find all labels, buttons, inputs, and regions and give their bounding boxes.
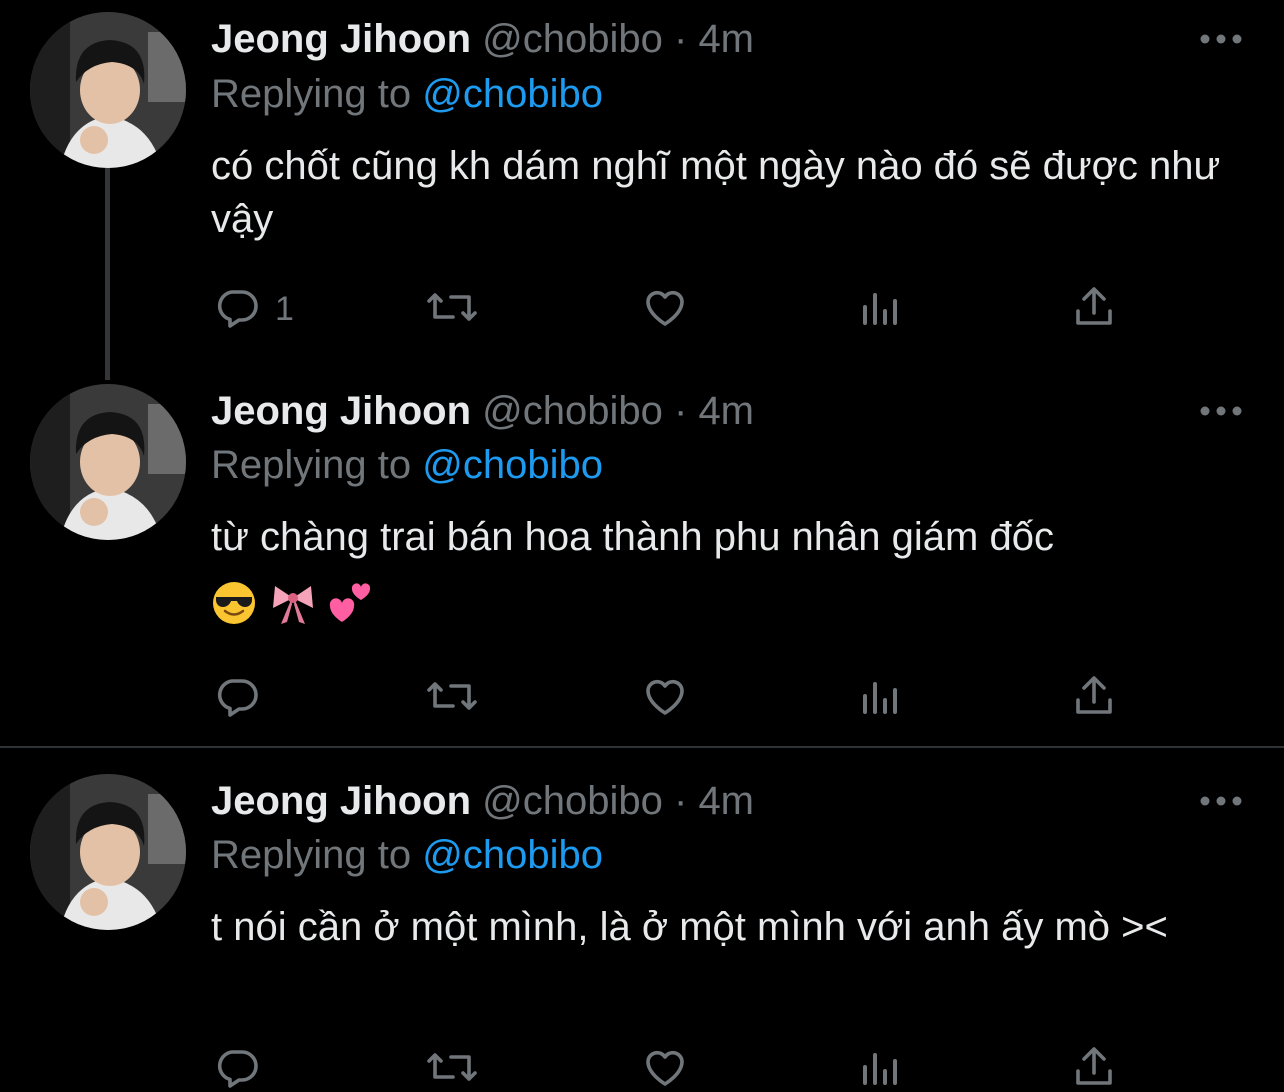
separator-dot: · [673, 779, 688, 823]
tweet-text: có chốt cũng kh dám nghĩ một ngày nào đó… [211, 144, 1221, 241]
heart-icon [641, 1043, 689, 1092]
replying-to-label: Replying to [211, 72, 423, 116]
like-button[interactable] [641, 673, 689, 723]
more-icon[interactable] [1196, 29, 1246, 49]
separator-dot: · [673, 389, 688, 433]
replying-to-mention[interactable]: @chobibo [422, 833, 603, 877]
heart-icon [641, 283, 689, 336]
retweet-icon [425, 283, 479, 336]
reply-button[interactable] [213, 673, 275, 723]
reply-icon [213, 672, 261, 725]
tweet[interactable]: Jeong Jihoon @chobibo · 4m Replying to @… [0, 370, 1284, 746]
more-icon[interactable] [1196, 791, 1246, 811]
retweet-icon [425, 1043, 479, 1092]
share-button[interactable] [1070, 284, 1118, 334]
emoji-row [211, 580, 378, 630]
tweet-text: từ chàng trai bán hoa thành phu nhân giá… [211, 515, 1054, 559]
two-hearts-emoji [328, 580, 378, 630]
replying-to-mention[interactable]: @chobibo [422, 72, 603, 116]
tweet-header: Jeong Jihoon @chobibo · 4m [211, 386, 754, 436]
avatar-image [30, 384, 186, 540]
avatar[interactable] [30, 12, 186, 168]
replying-to-line: Replying to @chobibo [211, 69, 603, 119]
tweet-header: Jeong Jihoon @chobibo · 4m [211, 776, 754, 826]
reply-count: 1 [275, 289, 294, 328]
views-icon [857, 1043, 905, 1092]
views-icon [857, 283, 905, 336]
replying-to-line: Replying to @chobibo [211, 830, 603, 880]
separator-dot: · [673, 17, 688, 61]
share-icon [1070, 672, 1118, 725]
reply-button[interactable] [213, 1044, 275, 1092]
avatar-image [30, 12, 186, 168]
reply-icon [213, 1043, 261, 1092]
views-button[interactable] [857, 284, 905, 334]
author-name[interactable]: Jeong Jihoon [211, 779, 471, 823]
views-button[interactable] [857, 673, 905, 723]
author-handle[interactable]: @chobibo [482, 779, 663, 823]
author-name[interactable]: Jeong Jihoon [211, 389, 471, 433]
like-button[interactable] [641, 284, 689, 334]
tweet-actions [0, 1044, 1284, 1092]
views-button[interactable] [857, 1044, 905, 1092]
ribbon-emoji [269, 580, 319, 630]
timestamp[interactable]: 4m [698, 779, 754, 823]
avatar-image [30, 774, 186, 930]
tweet[interactable]: Jeong Jihoon @chobibo · 4m Replying to @… [0, 748, 1284, 1092]
timestamp[interactable]: 4m [698, 17, 754, 61]
tweet-text: t nói cần ở một mình, là ở một mình với … [211, 905, 1168, 949]
more-icon[interactable] [1196, 401, 1246, 421]
share-icon [1070, 283, 1118, 336]
tweet-actions [0, 673, 1284, 723]
retweet-icon [425, 672, 479, 725]
retweet-button[interactable] [425, 673, 479, 723]
replying-to-label: Replying to [211, 443, 423, 487]
tweet-header: Jeong Jihoon @chobibo · 4m [211, 14, 754, 64]
author-name[interactable]: Jeong Jihoon [211, 17, 471, 61]
timestamp[interactable]: 4m [698, 389, 754, 433]
retweet-button[interactable] [425, 284, 479, 334]
author-handle[interactable]: @chobibo [482, 17, 663, 61]
replying-to-label: Replying to [211, 833, 423, 877]
share-button[interactable] [1070, 673, 1118, 723]
like-button[interactable] [641, 1044, 689, 1092]
share-button[interactable] [1070, 1044, 1118, 1092]
author-handle[interactable]: @chobibo [482, 389, 663, 433]
share-icon [1070, 1043, 1118, 1092]
tweet[interactable]: Jeong Jihoon @chobibo · 4m Replying to @… [0, 0, 1284, 380]
views-icon [857, 672, 905, 725]
replying-to-line: Replying to @chobibo [211, 440, 603, 490]
avatar[interactable] [30, 384, 186, 540]
thread-connector-line [105, 168, 110, 380]
retweet-button[interactable] [425, 1044, 479, 1092]
reply-button[interactable]: 1 [213, 284, 294, 334]
reply-icon [213, 283, 261, 336]
avatar[interactable] [30, 774, 186, 930]
smiling-face-with-sunglasses-emoji [211, 580, 261, 630]
reply-thread: Jeong Jihoon @chobibo · 4m Replying to @… [0, 0, 1284, 1092]
tweet-actions: 1 [0, 284, 1284, 334]
heart-icon [641, 672, 689, 725]
replying-to-mention[interactable]: @chobibo [422, 443, 603, 487]
